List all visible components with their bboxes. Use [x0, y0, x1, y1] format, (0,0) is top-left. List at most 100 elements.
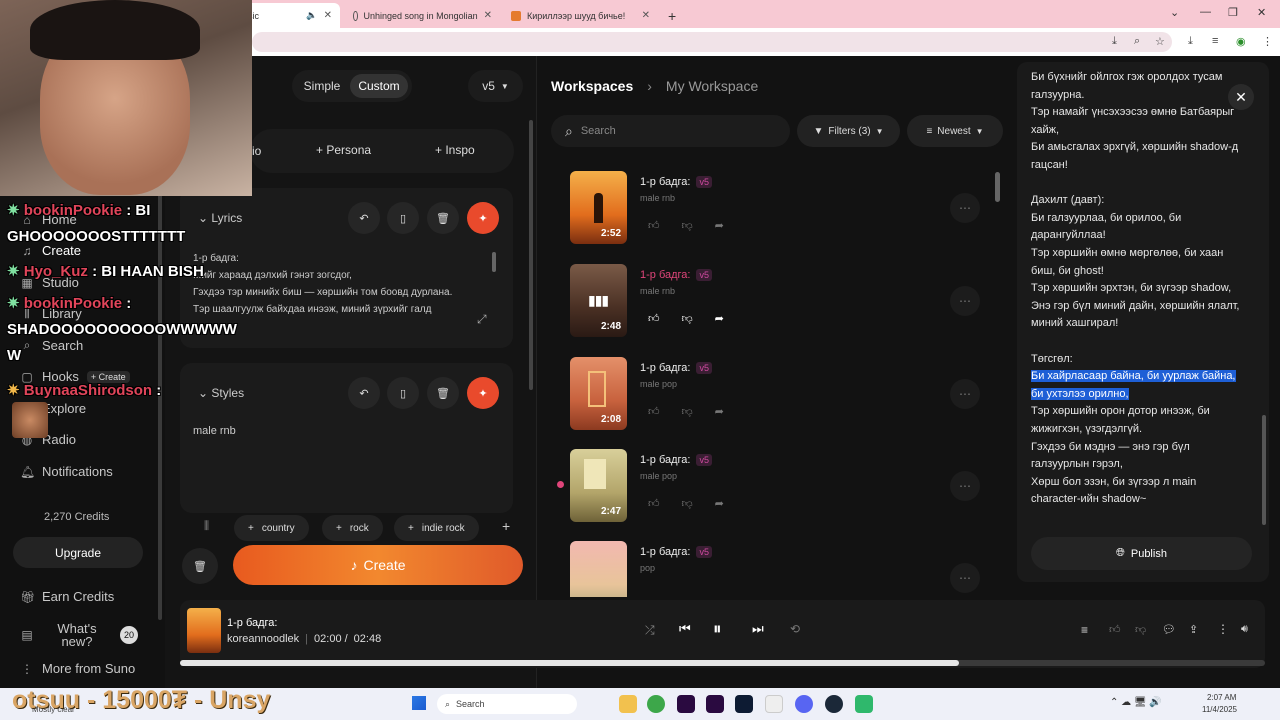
- workspace-scrollbar[interactable]: [995, 172, 1000, 202]
- next-icon[interactable]: ⏭︎: [752, 621, 764, 637]
- genre-chip-indie-rock[interactable]: + indie rock: [394, 515, 479, 541]
- song-search[interactable]: ⌕ Search: [551, 115, 790, 147]
- bookmark-icon[interactable]: ▯: [387, 377, 419, 409]
- earn-credits-link[interactable]: 🎁︎ Earn Credits: [20, 589, 114, 604]
- media-icon[interactable]: ≡: [1212, 35, 1218, 47]
- more-options-icon[interactable]: ⋯: [950, 471, 980, 501]
- more-options-icon[interactable]: ⋯: [950, 193, 980, 223]
- song-title[interactable]: 1-р бадга: v5: [640, 454, 712, 466]
- genre-chip-country[interactable]: + country: [234, 515, 309, 541]
- lyrics-panel-scrollbar[interactable]: [1262, 415, 1266, 525]
- profile-icon[interactable]: ◉: [1236, 35, 1246, 48]
- close-window-icon[interactable]: ✕: [1257, 6, 1266, 19]
- pause-icon[interactable]: ⏸︎: [713, 619, 722, 639]
- song-row[interactable]: 2:08 1-р бадга: v5 male pop 👍︎ 👎︎ ➦ ⋯: [570, 357, 990, 431]
- repeat-icon[interactable]: ⟲: [790, 622, 800, 636]
- add-audio-button[interactable]: io: [252, 144, 261, 158]
- premiere-icon[interactable]: [677, 695, 695, 713]
- bookmark-star-icon[interactable]: ☆: [1155, 35, 1165, 48]
- start-icon[interactable]: [412, 696, 426, 710]
- sort-button[interactable]: ≡ Newest ▼: [907, 115, 1003, 147]
- trash-icon[interactable]: 🗑︎: [427, 377, 459, 409]
- close-tab-icon[interactable]: ✕: [484, 10, 492, 21]
- share-icon[interactable]: ➦: [715, 312, 724, 325]
- thumbs-up-icon[interactable]: 👍︎: [648, 312, 660, 325]
- tab-active[interactable]: sic 🔈 ✕: [240, 3, 340, 28]
- song-title[interactable]: 1-р бадга: v5: [640, 362, 712, 374]
- more-options-icon[interactable]: ⋯: [950, 563, 980, 593]
- chrome-icon[interactable]: [647, 695, 665, 713]
- tab-cyrillic[interactable]: Кириллээр шууд бичье! ✕: [503, 3, 658, 28]
- share-icon[interactable]: ⇪: [1189, 623, 1198, 636]
- share-icon[interactable]: ➦: [715, 219, 724, 232]
- volume-icon[interactable]: 🔊︎: [1241, 623, 1248, 636]
- song-row[interactable]: 1-р бадга: v5 pop ⋯: [570, 541, 990, 597]
- undo-icon[interactable]: ↶: [348, 377, 380, 409]
- thumbs-up-icon[interactable]: 👍︎: [648, 219, 660, 232]
- thumbs-up-icon[interactable]: 👍︎: [1109, 623, 1121, 636]
- mode-custom-button[interactable]: Custom: [350, 74, 408, 98]
- mode-simple-button[interactable]: Simple: [298, 74, 346, 98]
- trash-icon[interactable]: 🗑︎: [427, 202, 459, 234]
- more-options-icon[interactable]: ⋯: [950, 379, 980, 409]
- more-from-suno-link[interactable]: ⋮ More from Suno: [20, 661, 135, 676]
- close-tab-icon[interactable]: ✕: [324, 10, 332, 21]
- thumbs-down-icon[interactable]: 👎︎: [1135, 623, 1146, 636]
- install-icon[interactable]: ⤓: [1112, 35, 1117, 48]
- queue-icon[interactable]: ≡: [1081, 623, 1088, 637]
- taskbar-search[interactable]: ⌕ Search: [437, 694, 577, 714]
- player-thumbnail[interactable]: [187, 608, 221, 653]
- song-thumbnail[interactable]: 2:08: [570, 357, 627, 430]
- breadcrumb-my-workspace[interactable]: My Workspace: [666, 78, 758, 94]
- speaker-icon[interactable]: 🔈: [306, 10, 317, 21]
- share-icon[interactable]: ➦: [715, 405, 724, 418]
- song-row[interactable]: 2:47 1-р бадга: v5 male pop 👍︎ 👎︎ ➦ ⋯: [570, 449, 990, 523]
- more-options-icon[interactable]: ⋮: [1217, 622, 1229, 636]
- previous-icon[interactable]: ⏮︎: [679, 621, 691, 637]
- app-icon[interactable]: [855, 695, 873, 713]
- magic-wand-icon[interactable]: ✦: [467, 202, 499, 234]
- song-row[interactable]: 2:52 1-р бадга: v5 male rnb 👍︎ 👎︎ ➦ ⋯: [570, 171, 990, 245]
- upgrade-button[interactable]: Upgrade: [13, 537, 143, 568]
- player-title[interactable]: 1-р бадга:: [227, 617, 277, 629]
- song-title[interactable]: 1-р бадга: v5: [640, 546, 712, 558]
- clock-time[interactable]: 2:07 AM: [1207, 693, 1236, 702]
- thumbs-down-icon[interactable]: 👎︎: [682, 405, 693, 418]
- add-inspo-button[interactable]: + Inspo: [435, 143, 475, 157]
- create-panel-scrollbar[interactable]: [529, 120, 533, 390]
- url-field[interactable]: [252, 32, 1172, 52]
- after-effects-icon[interactable]: [706, 695, 724, 713]
- thumbs-down-icon[interactable]: 👎︎: [682, 497, 693, 510]
- discord-icon[interactable]: [795, 695, 813, 713]
- chevron-down-icon[interactable]: ⌄: [1170, 6, 1179, 19]
- new-tab-button[interactable]: +: [660, 3, 684, 28]
- steam-icon[interactable]: [825, 695, 843, 713]
- breadcrumb-workspaces[interactable]: Workspaces: [551, 78, 633, 94]
- song-row[interactable]: ▮▮▮ 2:48 1-р бадга: v5 male rnb 👍︎ 👎︎ ➦ ⋯: [570, 264, 990, 338]
- song-thumbnail[interactable]: 2:52: [570, 171, 627, 244]
- photoshop-icon[interactable]: [735, 695, 753, 713]
- tab-unhinged-song[interactable]: Unhinged song in Mongolian ✕: [345, 3, 500, 28]
- comment-icon[interactable]: 💬︎: [1162, 623, 1176, 636]
- song-title[interactable]: 1-р бадга: v5: [640, 176, 712, 188]
- bookmark-icon[interactable]: ▯: [387, 202, 419, 234]
- share-icon[interactable]: ➦: [715, 497, 724, 510]
- minimize-icon[interactable]: —: [1200, 6, 1211, 18]
- file-explorer-icon[interactable]: [619, 695, 637, 713]
- filters-button[interactable]: ▼ Filters (3) ▼: [797, 115, 900, 147]
- expand-icon[interactable]: ⤢: [477, 312, 487, 327]
- add-persona-button[interactable]: + Persona: [316, 143, 371, 157]
- version-select[interactable]: v5 ▼: [468, 70, 523, 102]
- genre-library-icon[interactable]: ⫼: [204, 520, 209, 533]
- whats-new-link[interactable]: ▤ What's new? 20: [20, 622, 138, 648]
- song-thumbnail[interactable]: ▮▮▮ 2:48: [570, 264, 627, 337]
- song-thumbnail[interactable]: 2:47: [570, 449, 627, 522]
- system-tray[interactable]: ⌃ ☁ 🖥 🔊: [1110, 697, 1162, 708]
- zoom-icon[interactable]: ⌕: [1134, 35, 1140, 48]
- lyrics-scrollbar[interactable]: [492, 252, 496, 272]
- shuffle-icon[interactable]: ⤮: [645, 623, 655, 638]
- thumbs-down-icon[interactable]: 👎︎: [682, 219, 693, 232]
- menu-icon[interactable]: ⋮: [1262, 35, 1273, 48]
- magic-wand-icon[interactable]: ✦: [467, 377, 499, 409]
- progress-bar[interactable]: [180, 660, 1265, 666]
